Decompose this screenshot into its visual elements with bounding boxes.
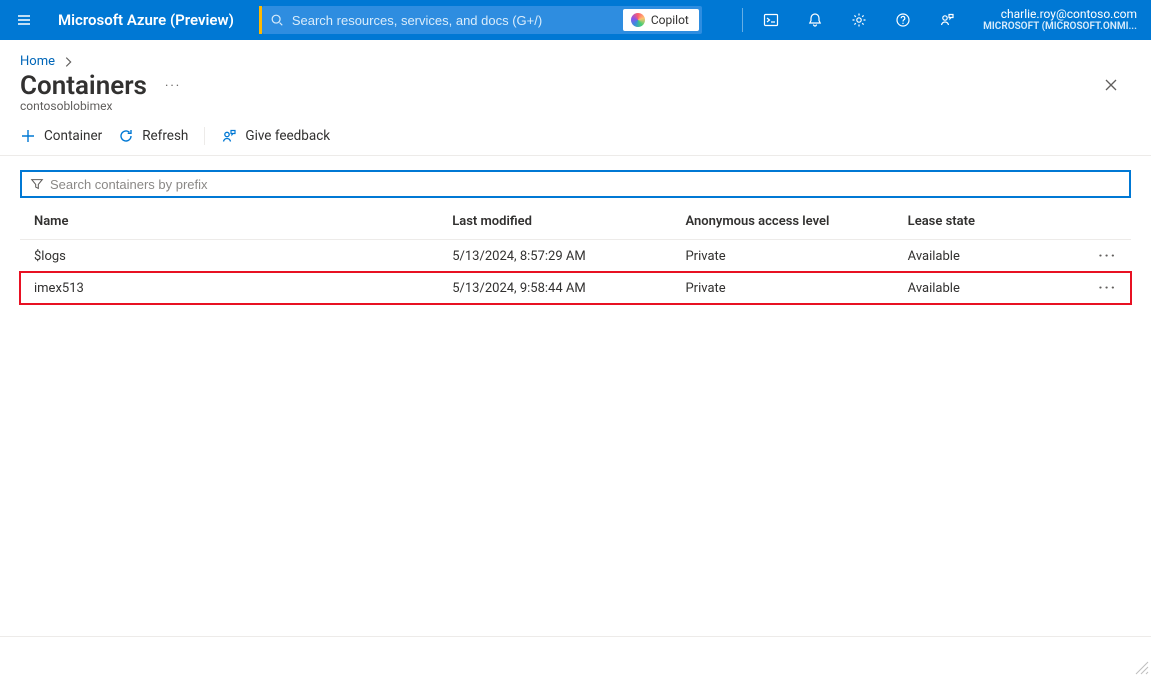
cell-name: $logs: [20, 240, 442, 273]
bottom-separator: [0, 636, 1151, 637]
col-menu: [1064, 204, 1131, 240]
feedback-tool-label: Give feedback: [245, 128, 330, 144]
gear-icon: [851, 12, 867, 28]
resize-handle-icon[interactable]: [1135, 661, 1149, 675]
col-lease[interactable]: Lease state: [898, 204, 1065, 240]
row-more-button[interactable]: ···: [1098, 248, 1117, 264]
account-tenant: MICROSOFT (MICROSOFT.ONMI...: [983, 21, 1137, 32]
page-title-more-button[interactable]: ···: [165, 79, 181, 94]
plus-icon: [20, 128, 36, 144]
help-icon: [895, 12, 911, 28]
cell-name: imex513: [20, 272, 442, 304]
table-row[interactable]: imex5135/13/2024, 9:58:44 AMPrivateAvail…: [20, 272, 1131, 304]
page-header: Containers ···: [0, 69, 1151, 101]
filter-row: [0, 156, 1151, 198]
feedback-button[interactable]: [929, 0, 965, 40]
breadcrumb: Home: [0, 40, 1151, 69]
hamburger-menu-button[interactable]: [4, 0, 44, 40]
col-name[interactable]: Name: [20, 204, 442, 240]
copilot-icon: [631, 13, 645, 27]
cell-last-modified: 5/13/2024, 9:58:44 AM: [442, 272, 675, 304]
person-feedback-icon: [221, 128, 237, 144]
global-search[interactable]: Copilot: [262, 6, 702, 34]
close-blade-button[interactable]: [1103, 77, 1119, 93]
account-email: charlie.roy@contoso.com: [1001, 8, 1137, 21]
copilot-button[interactable]: Copilot: [623, 9, 699, 31]
cell-last-modified: 5/13/2024, 8:57:29 AM: [442, 240, 675, 273]
notifications-button[interactable]: [797, 0, 833, 40]
cell-access: Private: [675, 272, 897, 304]
refresh-icon: [118, 128, 134, 144]
cell-access: Private: [675, 240, 897, 273]
page-title: Containers: [20, 71, 147, 101]
settings-button[interactable]: [841, 0, 877, 40]
breadcrumb-item-home[interactable]: Home: [20, 54, 55, 69]
cloud-shell-button[interactable]: [753, 0, 789, 40]
bell-icon: [807, 12, 823, 28]
filter-input[interactable]: [22, 172, 1129, 196]
filter-box[interactable]: [20, 170, 1131, 198]
cell-lease: Available: [898, 272, 1065, 304]
hamburger-icon: [16, 12, 32, 28]
table-row[interactable]: $logs5/13/2024, 8:57:29 AMPrivateAvailab…: [20, 240, 1131, 273]
help-button[interactable]: [885, 0, 921, 40]
containers-table: Name Last modified Anonymous access leve…: [0, 198, 1151, 304]
command-bar: Container Refresh Give feedback: [0, 113, 1151, 156]
person-feedback-icon: [939, 12, 955, 28]
refresh-button[interactable]: Refresh: [118, 128, 188, 144]
col-last-modified[interactable]: Last modified: [442, 204, 675, 240]
toolbar-separator: [204, 127, 205, 145]
refresh-label: Refresh: [142, 128, 188, 144]
brand-title[interactable]: Microsoft Azure (Preview): [52, 11, 240, 29]
cloud-shell-icon: [763, 12, 779, 28]
col-access[interactable]: Anonymous access level: [675, 204, 897, 240]
resource-name: contosoblobimex: [0, 99, 1151, 113]
close-icon: [1103, 77, 1119, 93]
cell-lease: Available: [898, 240, 1065, 273]
table-header-row: Name Last modified Anonymous access leve…: [20, 204, 1131, 240]
add-container-button[interactable]: Container: [20, 128, 102, 144]
row-more-button[interactable]: ···: [1098, 280, 1117, 296]
header-separator: [742, 8, 743, 32]
azure-top-header: Microsoft Azure (Preview) Copilot charli…: [0, 0, 1151, 40]
copilot-label: Copilot: [651, 13, 689, 27]
account-menu[interactable]: charlie.roy@contoso.com MICROSOFT (MICRO…: [973, 8, 1143, 32]
feedback-tool-button[interactable]: Give feedback: [221, 128, 330, 144]
chevron-right-icon: [61, 55, 75, 69]
add-container-label: Container: [44, 128, 102, 144]
